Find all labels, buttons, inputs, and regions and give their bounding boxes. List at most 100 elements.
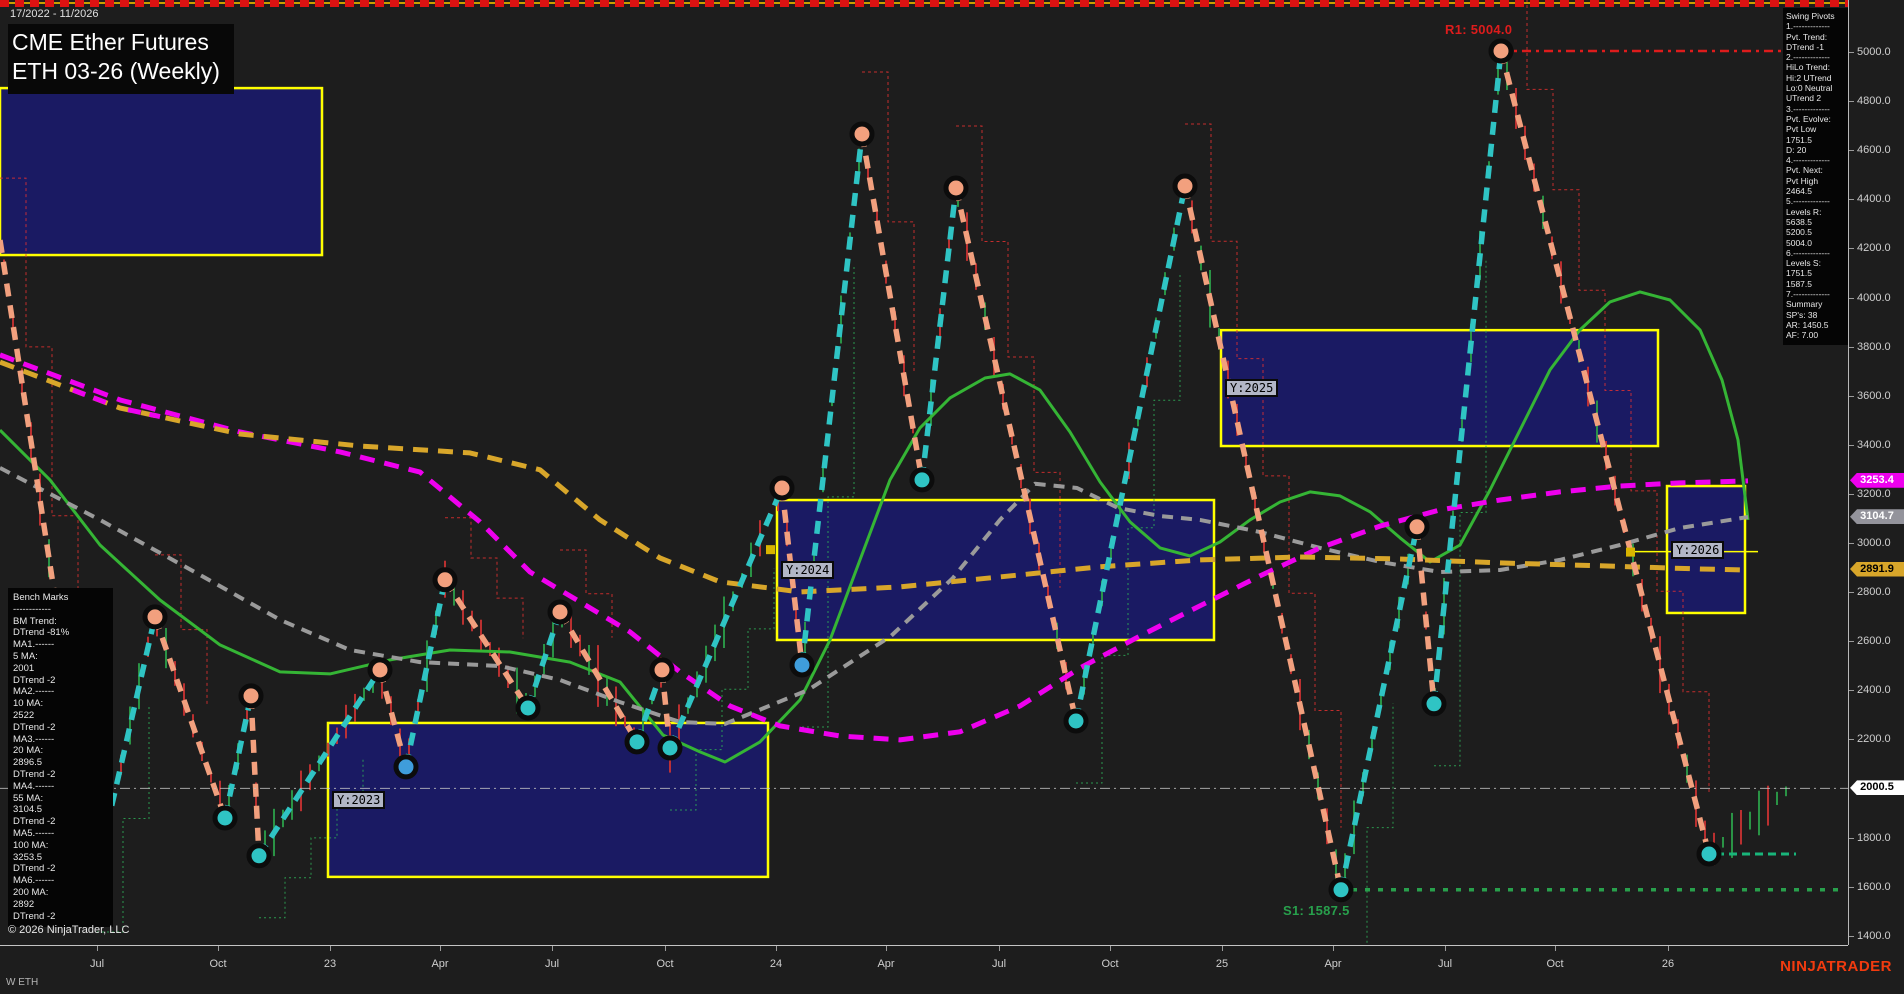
pivot-high-marker [1172, 173, 1198, 199]
year-range-box-2025[interactable] [1219, 328, 1660, 448]
swing-pivots-line: Swing Pivots [1786, 11, 1835, 21]
bench-marks-line: DTrend -2 [13, 721, 56, 733]
swing-pivots-panel: Swing Pivots 1.------------- Pvt. Trend: DT… [1783, 8, 1852, 345]
pivot-high-marker [238, 683, 264, 709]
swing-pivots-line: 5638.5 [1786, 216, 1812, 227]
bench-marks-line: 10 MA: [13, 698, 44, 710]
year-range-box-2023[interactable] [326, 721, 770, 879]
swing-leg-down [442, 578, 531, 710]
swing-leg-down [152, 615, 228, 819]
price-tick-label: 3400.0 [1857, 438, 1891, 451]
price-tick-mark [1849, 150, 1854, 152]
swing-pivots-line: Lo:0 Neutral [1786, 83, 1833, 94]
bench-marks-line: MA2.------ [13, 686, 55, 698]
chart-title: CME Ether Futures ETH 03-26 (Weekly) [8, 24, 234, 94]
swing-pivots-line: 6.------------- [1786, 247, 1830, 258]
instrument-watermark: W ETH [6, 977, 39, 988]
swing-pivots-line: Pvt. Next: [1786, 165, 1823, 176]
price-tick-mark [1849, 690, 1854, 692]
chart-canvas[interactable] [0, 0, 1848, 945]
bench-marks-line: DTrend -81% [13, 627, 70, 639]
pivot-low-marker [246, 843, 272, 869]
price-tick-label: 4400.0 [1857, 193, 1891, 206]
bench-marks-line: 3104.5 [13, 804, 43, 816]
pivot-low-marker [624, 729, 650, 755]
price-tick-label: 1400.0 [1857, 929, 1891, 942]
bench-marks-line: ------------ [13, 603, 51, 615]
bench-marks-line: DTrend -2 [13, 910, 56, 922]
trail-stop-steps-down [1185, 123, 1342, 828]
price-tick-label: 3200.0 [1857, 487, 1891, 500]
time-tick-label: Oct [1546, 958, 1564, 970]
time-tick-label: Apr [431, 958, 449, 970]
ninjatrader-logo: NINJATRADER [1780, 958, 1892, 975]
year-label-2025[interactable]: Y:2025 [1225, 379, 1279, 398]
time-axis[interactable]: Jul Oct 23 Apr Jul Oct 24 Apr Jul Oct 25 Apr Jul Oct 2… [0, 945, 1848, 976]
swing-leg-down [248, 695, 262, 856]
price-tick-mark [1849, 837, 1854, 839]
year-label-2026[interactable]: Y:2026 [1671, 540, 1725, 559]
swing-pivots-line: Hi:2 UTrend [1786, 72, 1832, 83]
swing-pivots-line: 4.------------- [1786, 155, 1830, 166]
price-tick-mark [1849, 935, 1854, 937]
price-tick-mark [1849, 493, 1854, 495]
time-tick-label: Apr [1324, 958, 1342, 970]
year-range-box-2024[interactable] [775, 498, 1216, 642]
year-label-2024[interactable]: Y:2024 [781, 561, 835, 579]
pivot-high-marker [849, 121, 875, 147]
bench-marks-line: Bench Marks [13, 592, 69, 603]
price-tick-mark [1849, 739, 1854, 741]
pivot-low-marker [1696, 841, 1722, 867]
swing-pivots-line: 5.------------- [1786, 196, 1830, 207]
year-range-box-2022[interactable] [0, 86, 324, 257]
bench-marks-line: 100 MA: [13, 839, 49, 851]
year-label-2023[interactable]: Y:2023 [332, 790, 386, 809]
time-tick-mark [1668, 946, 1669, 951]
price-tag-2891.9: 2891.9 [1850, 561, 1904, 577]
price-tick-label: 3000.0 [1857, 537, 1891, 549]
time-tick-label: Oct [1101, 958, 1119, 970]
swing-pivots-line: Pvt Low [1786, 124, 1817, 135]
price-tick-label: 4600.0 [1857, 144, 1891, 157]
time-tick-label: 24 [769, 958, 783, 970]
pivot-high-marker [547, 599, 573, 625]
time-tick-mark [886, 946, 887, 951]
price-tick-mark [1849, 395, 1854, 397]
pivot-low-marker [1328, 877, 1354, 903]
swing-pivots-line: 1751.5 [1786, 134, 1812, 145]
time-tick-label: Jul [1437, 958, 1453, 970]
swing-pivots-line: DTrend -1 [1786, 41, 1824, 52]
bench-marks-line: MA3.------ [13, 733, 55, 745]
contract-period: ETH 03-26 (Weekly) [12, 58, 220, 84]
bench-marks-line: MA1.------ [13, 639, 55, 651]
price-tag-2000.5: 2000.5 [1850, 780, 1904, 796]
price-axis[interactable]: 5000.0 4800.0 4600.0 4400.0 4200.0 4000.0 3800… [1848, 0, 1904, 945]
r1-label: R1: 5004.0 [1445, 22, 1513, 37]
time-tick-mark [776, 946, 777, 951]
pivot-low-marker [515, 695, 541, 721]
copyright-label: © 2026 NinjaTrader, LLC [8, 924, 130, 936]
price-tick-mark [1849, 543, 1854, 544]
swing-leg-down [1414, 526, 1437, 705]
price-tag-3253.4: 3253.4 [1850, 472, 1904, 488]
instrument-name: CME Ether Futures [12, 29, 209, 55]
swing-pivots-line: SP's: 38 [1786, 309, 1818, 320]
bench-marks-line: DTrend -2 [13, 863, 56, 875]
swing-pivots-line: 2464.5 [1786, 186, 1812, 197]
price-tick-label: 4200.0 [1857, 242, 1891, 255]
time-tick-label: 25 [1215, 958, 1229, 970]
bench-marks-line: MA4.------ [13, 780, 55, 792]
price-tick-label: 2400.0 [1857, 684, 1891, 697]
pivot-low-marker [1063, 708, 1089, 734]
price-tick-label: 3600.0 [1857, 389, 1891, 402]
time-tick-label: Jul [544, 958, 560, 970]
swing-pivots-line: 5004.0 [1786, 237, 1812, 248]
time-tick-mark [665, 946, 666, 951]
price-tick-mark [1849, 444, 1854, 446]
time-tick-mark [999, 946, 1000, 951]
pivot-low-marker [212, 805, 238, 831]
swing-pivots-line: 1.------------- [1786, 21, 1830, 32]
time-tick-mark [1222, 946, 1223, 951]
swing-pivots-line: 7.------------- [1786, 289, 1830, 300]
swing-leg-up [1338, 526, 1420, 891]
